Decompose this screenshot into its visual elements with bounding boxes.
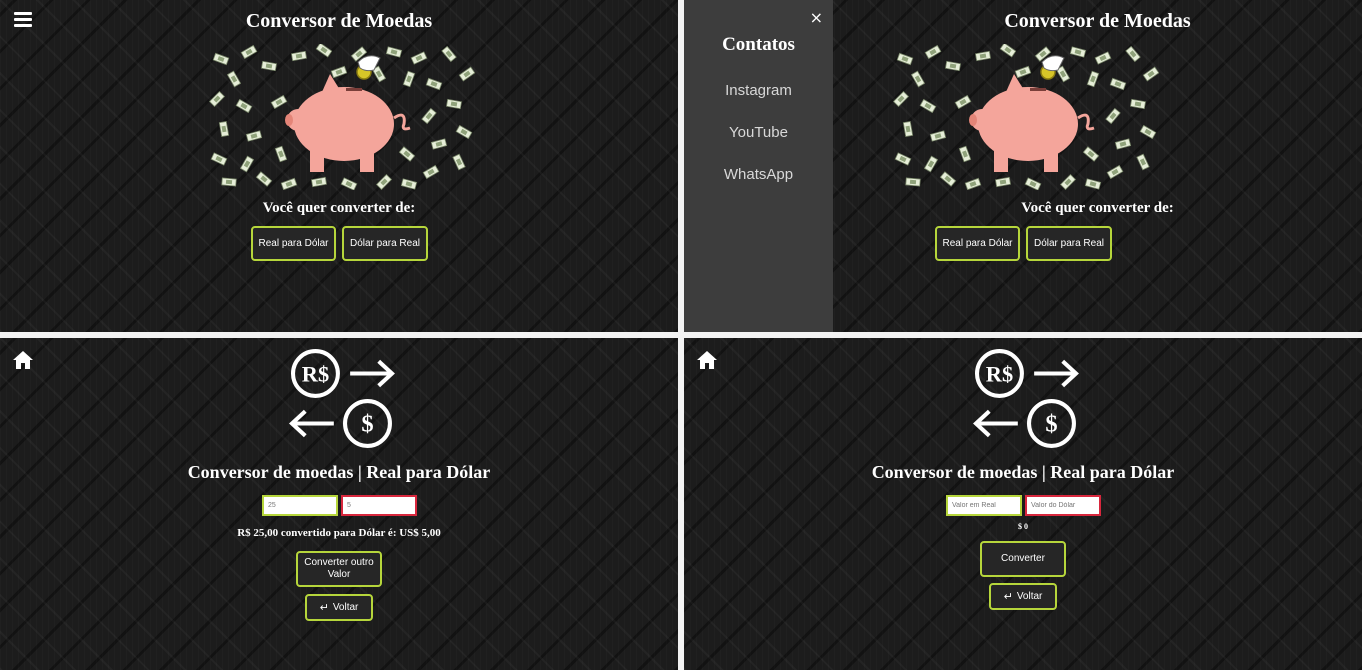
- conversion-prompt: Você quer converter de:: [1021, 200, 1174, 216]
- return-arrow-icon: ↵: [1003, 589, 1013, 603]
- back-button[interactable]: ↵ Voltar: [305, 594, 373, 621]
- back-button[interactable]: ↵ Voltar: [989, 583, 1057, 610]
- piggy-bank-money-illustration: [209, 44, 479, 190]
- page-title: Conversor de moedas | Real para Dólar: [871, 462, 1175, 482]
- page-title: Conversor de moedas | Real para Dólar: [187, 462, 491, 482]
- real-value-input[interactable]: [262, 495, 338, 516]
- sidebar-link-instagram[interactable]: Instagram: [684, 82, 833, 99]
- home-icon[interactable]: [696, 350, 718, 370]
- piggy-bank-money-illustration: [893, 44, 1163, 190]
- real-to-dollar-button[interactable]: Real para Dólar: [251, 226, 336, 261]
- home-icon[interactable]: [12, 350, 34, 370]
- dollar-to-real-button[interactable]: Dólar para Real: [1026, 226, 1112, 261]
- home-screen-panel: Conversor de Moedas Você quer converter …: [0, 0, 678, 332]
- conversion-prompt: Você quer converter de:: [262, 200, 416, 216]
- page-title: Conversor de Moedas: [1004, 10, 1191, 32]
- dollar-value-input[interactable]: [341, 495, 417, 516]
- home-screen-sidebar-open-panel: Conversor de Moedas Você quer converter …: [684, 0, 1362, 332]
- dollar-to-real-button[interactable]: Dólar para Real: [342, 226, 428, 261]
- close-icon[interactable]: ×: [810, 8, 823, 27]
- convert-another-button[interactable]: Converter outro Valor: [296, 551, 382, 587]
- contacts-sidebar: × Contatos Instagram YouTube WhatsApp: [684, 0, 833, 332]
- converter-result-panel: Conversor de moedas | Real para Dólar R$…: [0, 338, 678, 670]
- real-to-dollar-button[interactable]: Real para Dólar: [935, 226, 1020, 261]
- return-arrow-icon: ↵: [319, 600, 329, 614]
- back-button-label: Voltar: [1016, 590, 1043, 602]
- sidebar-link-youtube[interactable]: YouTube: [684, 124, 833, 141]
- currency-exchange-icon: [972, 348, 1082, 450]
- page-title: Conversor de Moedas: [245, 10, 433, 32]
- currency-exchange-icon: [288, 348, 398, 450]
- conversion-result: R$ 25,00 convertido para Dólar é: US$ 5,…: [237, 527, 441, 539]
- dollar-value-input[interactable]: [1025, 495, 1101, 516]
- convert-button[interactable]: Converter: [980, 541, 1066, 577]
- conversion-result: $ 0: [1018, 522, 1028, 531]
- sidebar-heading: Contatos: [722, 34, 795, 55]
- real-value-input[interactable]: [946, 495, 1022, 516]
- back-button-label: Voltar: [332, 601, 359, 613]
- converter-empty-panel: Conversor de moedas | Real para Dólar $ …: [684, 338, 1362, 670]
- sidebar-link-whatsapp[interactable]: WhatsApp: [684, 166, 833, 183]
